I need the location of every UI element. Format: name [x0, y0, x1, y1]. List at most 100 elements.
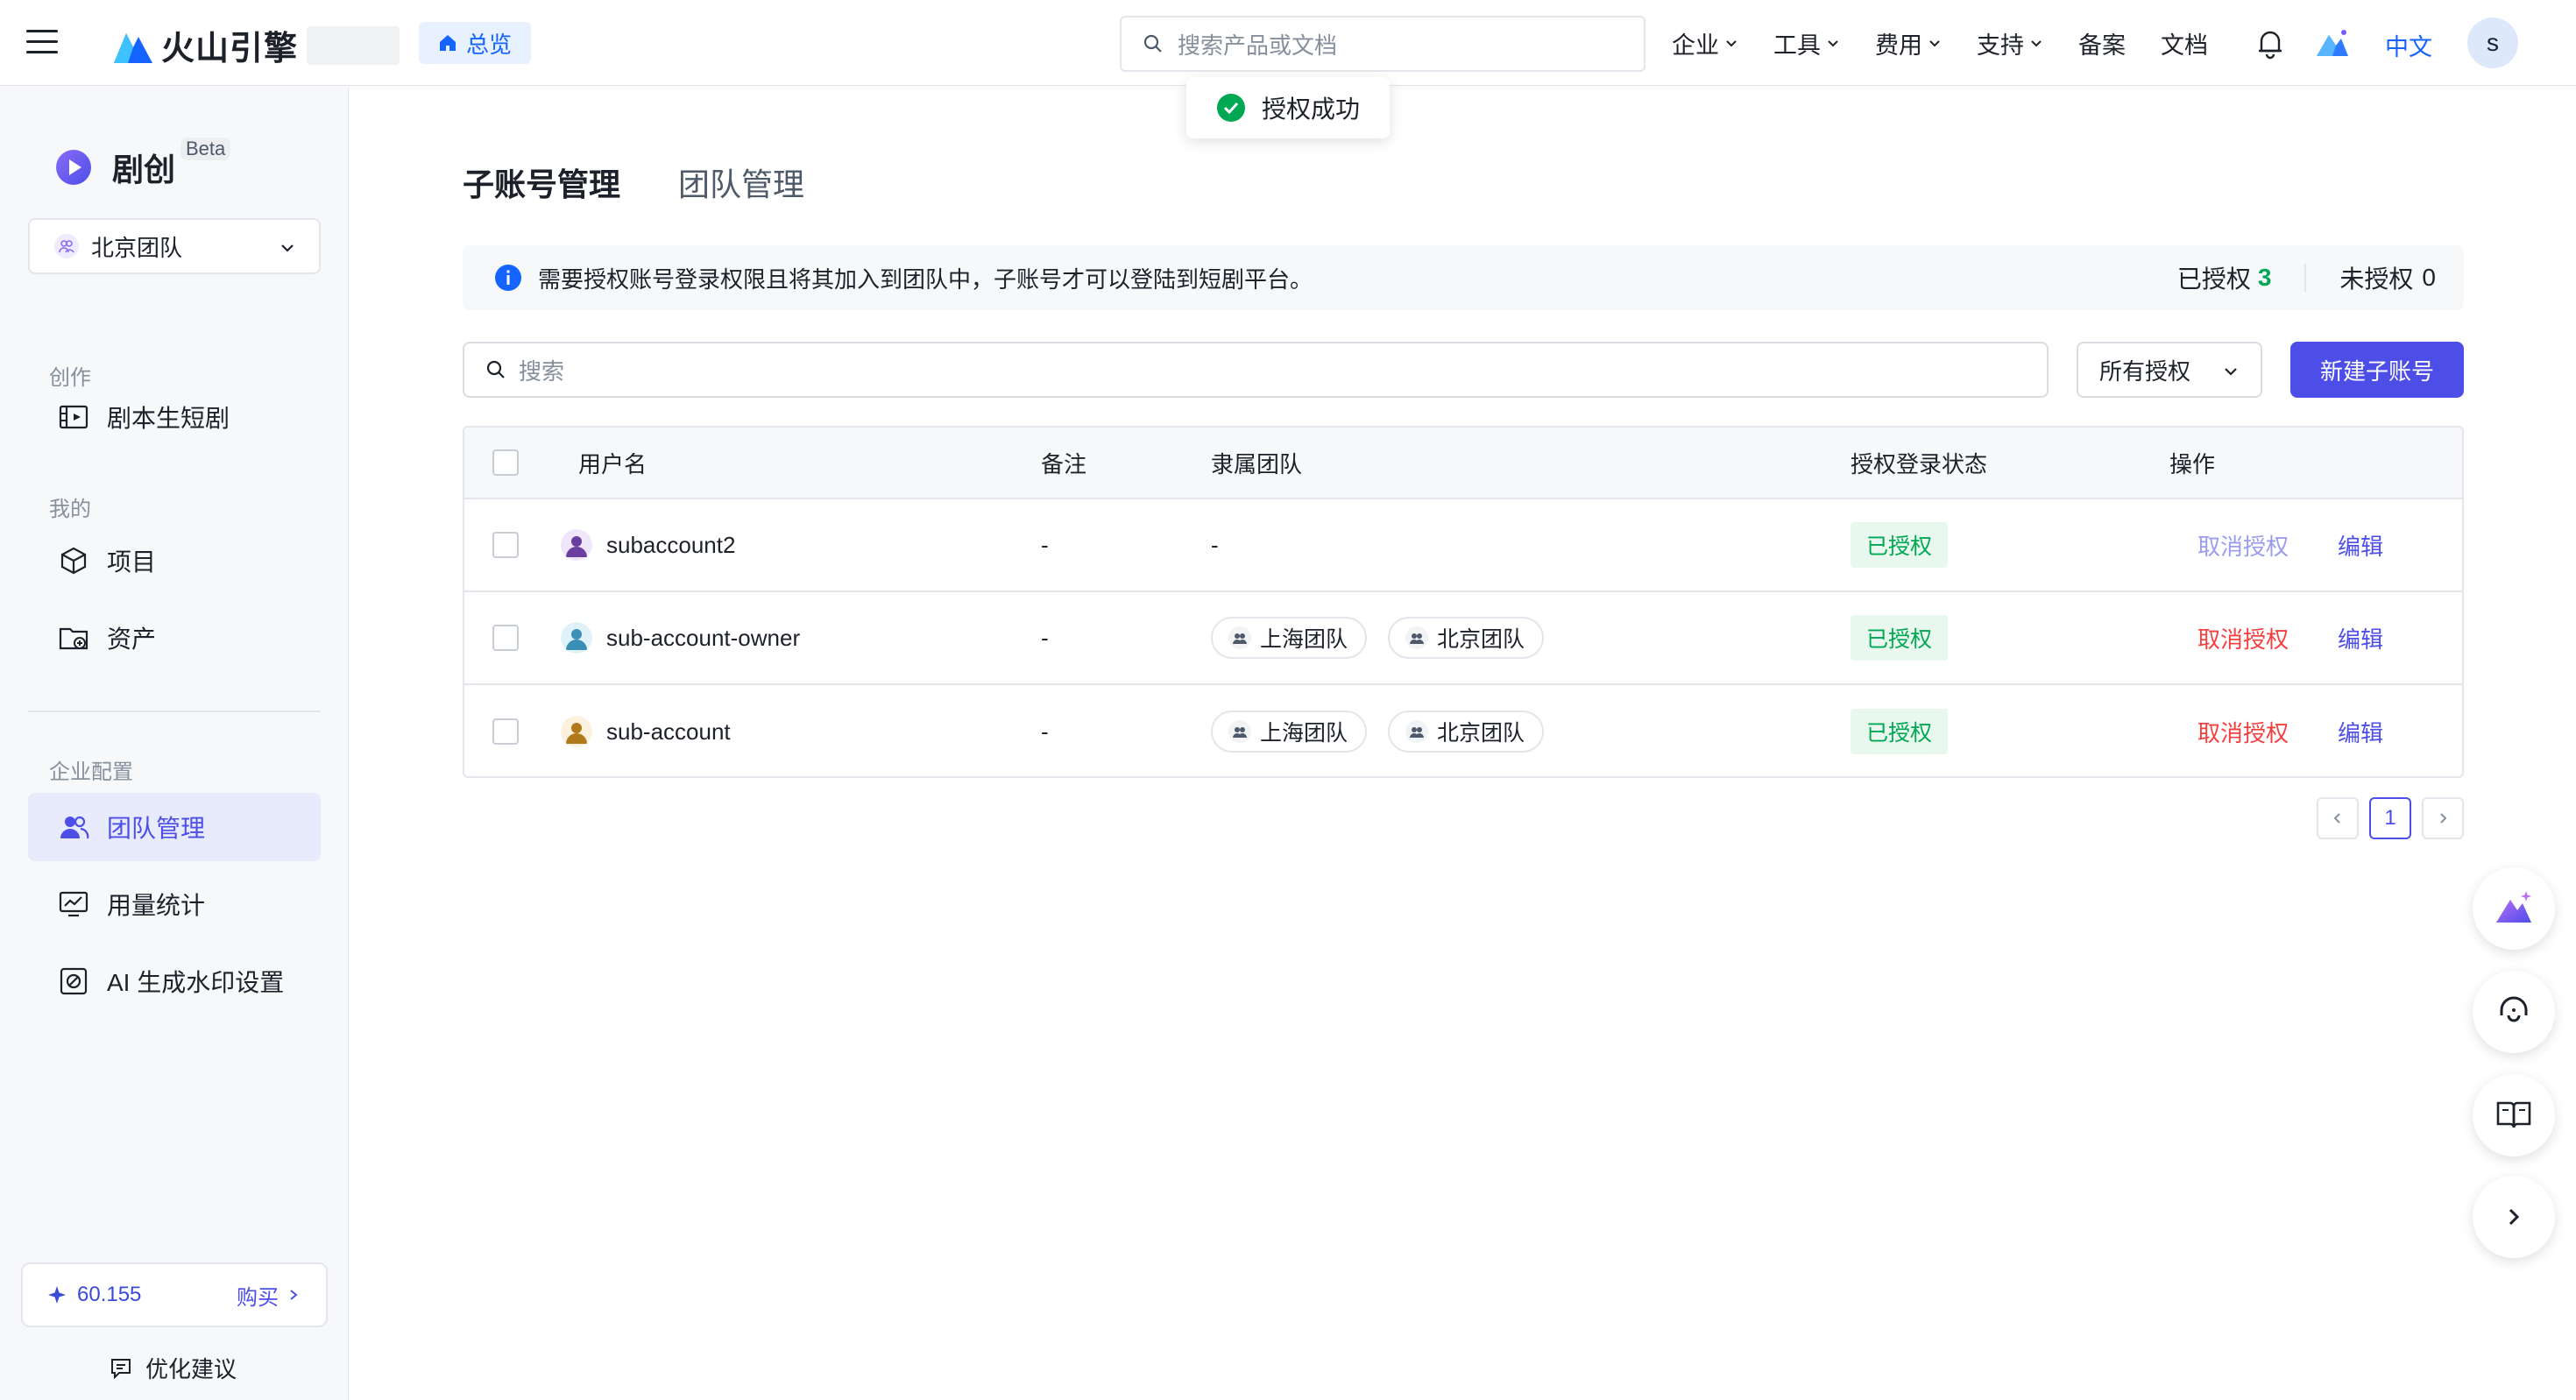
nav-filing-label: 备案	[2078, 32, 2126, 59]
page-number[interactable]: 1	[2369, 797, 2411, 839]
team-tag-label: 上海团队	[1260, 627, 1348, 652]
nav-billing[interactable]: 费用	[1875, 26, 1942, 60]
chevron-down-icon	[2031, 40, 2042, 47]
select-all-checkbox[interactable]	[492, 449, 519, 476]
volcano-logo-icon	[114, 32, 152, 63]
nav-enterprise-label: 企业	[1672, 32, 1719, 59]
team-tag: 上海团队	[1211, 617, 1368, 659]
edit-link[interactable]: 编辑	[2338, 499, 2383, 590]
row-checkbox[interactable]	[492, 718, 519, 745]
team-icon	[1405, 720, 1429, 743]
header-status: 授权登录状态	[1851, 450, 1988, 477]
app-logo-icon	[56, 150, 91, 185]
cancel-auth-link[interactable]: 取消授权	[2197, 685, 2289, 776]
header-actions: 操作	[2169, 450, 2216, 477]
sidebar-item-watermark[interactable]: AI 生成水印设置	[28, 947, 321, 1015]
menu-icon[interactable]	[26, 30, 58, 56]
filter-value: 所有授权	[2099, 357, 2191, 385]
credit-value: 60.155	[47, 1283, 141, 1307]
sidebar-item-label: 资产	[107, 626, 157, 653]
unauthorized-label: 未授权	[2339, 265, 2414, 293]
edit-link[interactable]: 编辑	[2338, 685, 2384, 776]
ai-mountain-icon	[2496, 891, 2531, 923]
status-badge: 已授权	[1851, 615, 1949, 661]
auth-summary: 已授权 3 未授权 0	[2177, 245, 2436, 310]
edit-label: 编辑	[2338, 719, 2384, 746]
beta-badge: Beta	[180, 138, 231, 160]
status-cell: 已授权	[1851, 685, 1949, 776]
chevron-down-icon	[2225, 368, 2237, 376]
status-cell: 已授权	[1851, 499, 1949, 590]
prev-page-button[interactable]	[2317, 797, 2359, 839]
app-brand: 剧创 Beta	[54, 138, 231, 190]
status-badge: 已授权	[1851, 709, 1949, 754]
cube-icon	[60, 547, 87, 575]
buy-credits-link[interactable]: 购买	[237, 1280, 300, 1311]
remark-cell: -	[1041, 718, 1049, 745]
folder-add-icon	[59, 627, 88, 650]
sidebar-divider	[28, 711, 321, 712]
team-icon	[54, 234, 79, 258]
cancel-auth-label: 取消授权	[2197, 626, 2289, 653]
credit-amount: 60.155	[77, 1283, 142, 1306]
cancel-auth-label: 取消授权	[2197, 719, 2289, 746]
ai-assistant-icon[interactable]	[2315, 26, 2350, 60]
user-avatar[interactable]: s	[2467, 18, 2518, 68]
customer-service-float-button[interactable]	[2473, 971, 2555, 1053]
sidebar-item-script[interactable]: 剧本生短剧	[28, 383, 321, 451]
remark-cell: -	[1041, 531, 1049, 558]
header-cell-select	[492, 428, 519, 498]
nav-docs[interactable]: 文档	[2161, 26, 2208, 60]
global-search-input[interactable]: 搜索产品或文档	[1120, 16, 1645, 72]
username: sub-account-owner	[606, 624, 801, 651]
documentation-float-button[interactable]	[2473, 1074, 2555, 1156]
users-icon	[60, 816, 89, 839]
team-tag-label: 北京团队	[1437, 627, 1525, 652]
tab-team-management[interactable]: 团队管理	[678, 159, 804, 205]
sidebar-item-team-management[interactable]: 团队管理	[28, 793, 321, 861]
check-circle-icon	[1217, 94, 1245, 122]
nav-billing-label: 费用	[1875, 32, 1922, 59]
sparkle-icon	[48, 1286, 66, 1304]
username-cell: subaccount2	[561, 499, 735, 590]
sidebar-item-project[interactable]: 项目	[28, 527, 321, 595]
expand-float-button[interactable]	[2473, 1176, 2555, 1258]
cancel-auth-link[interactable]: 取消授权	[2197, 499, 2289, 590]
credit-balance: 60.155 购买	[21, 1262, 328, 1327]
authorization-filter[interactable]: 所有授权	[2077, 342, 2262, 398]
edit-link[interactable]: 编辑	[2338, 592, 2383, 683]
nav-support[interactable]: 支持	[1977, 26, 2043, 60]
sidebar-item-usage[interactable]: 用量统计	[28, 870, 321, 938]
chevron-down-icon	[281, 244, 294, 252]
team-tag-label: 上海团队	[1260, 721, 1348, 746]
chevron-right-icon	[2509, 1208, 2520, 1226]
next-page-button[interactable]	[2422, 797, 2464, 839]
username-cell: sub-account-owner	[561, 592, 800, 683]
table-row: sub-account-owner - 上海团队 北京团队 已授权 取消授权 编…	[464, 592, 2462, 685]
book-icon	[2496, 1101, 2531, 1128]
tab-sub-accounts[interactable]: 子账号管理	[463, 159, 620, 205]
nav-tools[interactable]: 工具	[1773, 26, 1840, 60]
table-row: sub-account - 上海团队 北京团队 已授权 取消授权 编辑	[464, 685, 2462, 776]
nav-support-label: 支持	[1977, 32, 2024, 59]
sidebar: 剧创 Beta 北京团队 创作 剧本生短剧 我的 项目 资产 企业配置 团队管理…	[0, 87, 349, 1400]
row-checkbox[interactable]	[492, 625, 519, 651]
brand-logo[interactable]: 火山引擎	[112, 21, 400, 69]
team-selector[interactable]: 北京团队	[28, 218, 321, 274]
team-icon	[1228, 626, 1251, 649]
bell-icon[interactable]	[2255, 28, 2285, 60]
row-checkbox[interactable]	[492, 532, 519, 558]
cancel-auth-link[interactable]: 取消授权	[2197, 592, 2289, 683]
feedback-link[interactable]: 优化建议	[109, 1352, 237, 1384]
nav-filing[interactable]: 备案	[2078, 26, 2126, 60]
team-tag: 北京团队	[1388, 711, 1545, 753]
new-sub-account-button[interactable]: 新建子账号	[2290, 342, 2464, 398]
overview-button[interactable]: 总览	[419, 22, 532, 64]
account-search-input[interactable]: 搜索	[463, 342, 2049, 398]
chevron-down-icon	[1828, 40, 1838, 47]
nav-enterprise[interactable]: 企业	[1672, 26, 1738, 60]
language-switch[interactable]: 中文	[2385, 28, 2432, 62]
nav-tools-label: 工具	[1773, 32, 1821, 59]
ai-helper-float-button[interactable]	[2473, 867, 2555, 950]
sidebar-item-assets[interactable]: 资产	[28, 604, 321, 672]
